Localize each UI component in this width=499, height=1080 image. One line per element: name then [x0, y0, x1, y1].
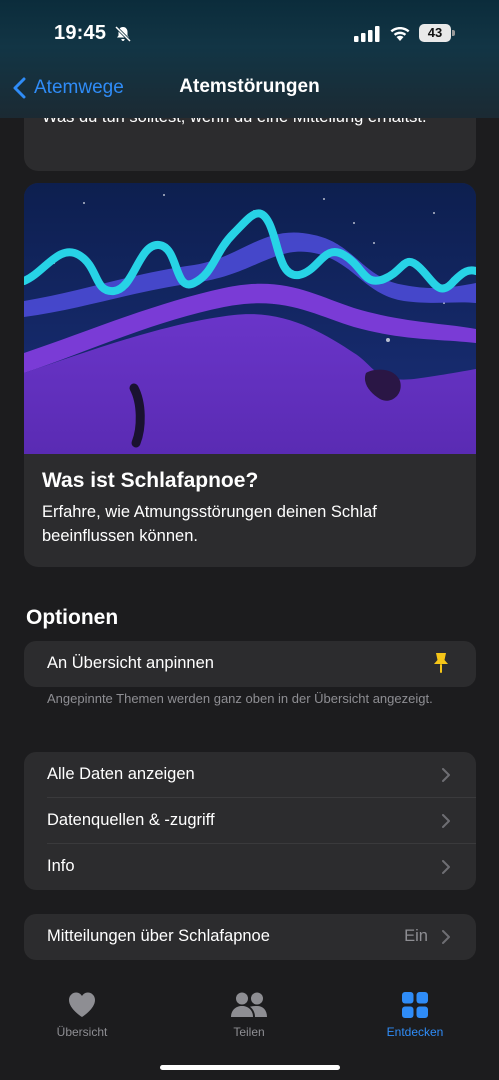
- battery-tip: [452, 30, 455, 36]
- all-data-row[interactable]: Alle Daten anzeigen: [24, 752, 476, 798]
- pin-to-overview-row[interactable]: An Übersicht anpinnen: [24, 641, 476, 687]
- notifications-label: Mitteilungen über Schlafapnoe: [47, 927, 270, 945]
- data-sources-row[interactable]: Datenquellen & -zugriff: [24, 798, 476, 844]
- notifications-value: Ein: [404, 927, 428, 945]
- notifications-group: Mitteilungen über Schlafapnoe Ein: [24, 914, 476, 960]
- pin-group: An Übersicht anpinnen: [24, 641, 476, 687]
- wifi-icon: [390, 26, 410, 41]
- status-bar: 19:45 43: [0, 0, 499, 66]
- article-title: Was ist Schlafapnoe?: [42, 469, 259, 492]
- home-indicator[interactable]: [160, 1065, 340, 1070]
- bell-slash-icon: [114, 25, 132, 43]
- chevron-right-icon: [442, 768, 450, 782]
- chevron-right-icon: [442, 930, 450, 944]
- heart-icon: [69, 992, 95, 1017]
- info-label: Info: [47, 857, 75, 875]
- cellular-signal-icon: [354, 26, 380, 42]
- status-time: 19:45: [54, 22, 107, 44]
- data-options-group: Alle Daten anzeigen Datenquellen & -zugr…: [24, 752, 476, 890]
- pin-icon[interactable]: [432, 652, 450, 674]
- options-heading: Optionen: [26, 606, 119, 629]
- pin-to-overview-label: An Übersicht anpinnen: [47, 654, 214, 672]
- chevron-right-icon: [442, 814, 450, 828]
- tab-overview-label: Übersicht: [56, 1025, 108, 1039]
- all-data-label: Alle Daten anzeigen: [47, 765, 195, 783]
- article-subtitle: Erfahre, wie Atmungsstörungen deinen Sch…: [42, 503, 377, 545]
- tab-discover[interactable]: Entdecken: [355, 991, 475, 1039]
- tab-bar: Übersicht Teilen Entdecken: [0, 973, 499, 1080]
- battery-level: 43: [419, 24, 451, 42]
- screen: Was du tun solltest, wenn du eine Mittei…: [0, 0, 499, 1080]
- page-title: Atemstörungen: [179, 76, 320, 97]
- chevron-right-icon: [442, 860, 450, 874]
- tab-share[interactable]: Teilen: [189, 991, 309, 1039]
- tab-share-label: Teilen: [233, 1025, 265, 1039]
- info-row[interactable]: Info: [24, 844, 476, 890]
- navigation-bar: Atemwege Atemstörungen: [0, 66, 499, 110]
- pin-footnote: Angepinnte Themen werden ganz oben in de…: [47, 691, 433, 706]
- people-icon: [231, 992, 267, 1017]
- tab-discover-label: Entdecken: [386, 1025, 444, 1039]
- sleep-apnea-illustration: [24, 183, 476, 454]
- sleep-apnea-notifications-row[interactable]: Mitteilungen über Schlafapnoe Ein: [24, 914, 476, 960]
- data-sources-label: Datenquellen & -zugriff: [47, 811, 215, 829]
- tab-overview[interactable]: Übersicht: [22, 991, 142, 1039]
- grid-icon: [402, 992, 428, 1018]
- article-card[interactable]: Was ist Schlafapnoe? Erfahre, wie Atmung…: [24, 183, 476, 567]
- header: 19:45 43 Atemwege Atemstörungen: [0, 0, 499, 118]
- battery-indicator: 43: [419, 24, 455, 42]
